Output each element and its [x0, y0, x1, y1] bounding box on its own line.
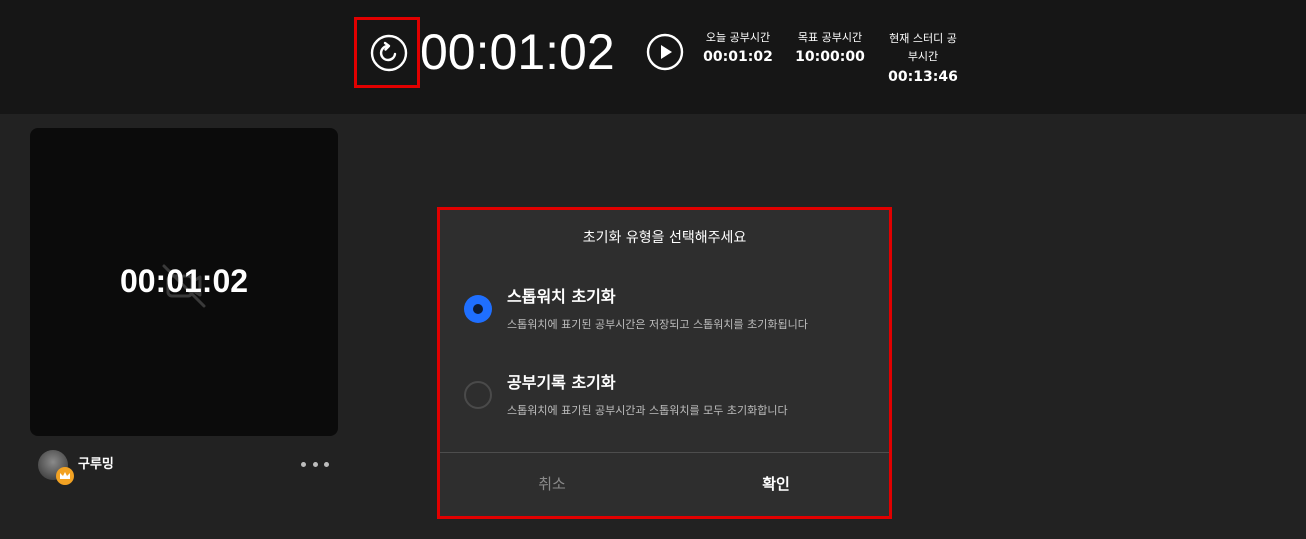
play-button[interactable]	[646, 33, 684, 71]
current-study-time: 현재 스터디 공 부시간 00:13:46	[882, 30, 964, 88]
more-dot-icon	[301, 461, 306, 467]
username: 구루밍	[78, 457, 114, 472]
option-description: 스톱워치에 표기된 공부시간은 저장되고 스톱워치를 초기화됩니다	[507, 318, 808, 331]
tile-timer: 00:01:02	[119, 263, 249, 299]
play-icon	[646, 33, 684, 71]
stat-value: 00:01:02	[703, 49, 773, 65]
stat-label: 오늘 공부시간	[705, 31, 771, 44]
stat-label: 현재 스터디 공 부시간	[882, 30, 964, 66]
stat-value: 10:00:00	[795, 49, 865, 65]
option-title: 스톱워치 초기화	[507, 287, 616, 306]
confirm-button[interactable]: 확인	[664, 453, 888, 516]
stat-label-line: 부시간	[907, 50, 939, 63]
more-dot-icon	[312, 461, 318, 467]
more-dot-icon	[324, 461, 329, 467]
goal-study-time: 목표 공부시간 10:00:00	[790, 30, 870, 68]
more-options-button[interactable]	[301, 454, 329, 474]
reset-type-dialog: 초기화 유형을 선택해주세요 스톱워치 초기화 스톱워치에 표기된 공부시간은 …	[440, 210, 889, 516]
option-record-reset[interactable]: 공부기록 초기화 스톱워치에 표기된 공부시간과 스톱워치를 모두 초기화합니다	[440, 368, 889, 438]
reset-button[interactable]	[369, 33, 409, 73]
radio-selected[interactable]	[464, 295, 492, 323]
cancel-button[interactable]: 취소	[440, 453, 664, 516]
dialog-title: 초기화 유형을 선택해주세요	[582, 230, 747, 246]
user-video-tile: 00:01:02	[30, 128, 338, 436]
stat-label-line: 현재 스터디 공	[889, 32, 957, 45]
today-study-time: 오늘 공부시간 00:01:02	[700, 30, 776, 68]
option-description: 스톱워치에 표기된 공부시간과 스톱워치를 모두 초기화합니다	[507, 404, 788, 417]
radio-unselected[interactable]	[464, 381, 492, 409]
stopwatch-display: 00:01:02	[420, 24, 615, 80]
reset-icon	[370, 34, 408, 72]
stat-label: 목표 공부시간	[797, 31, 863, 44]
stat-value: 00:13:46	[888, 69, 958, 85]
option-stopwatch-reset[interactable]: 스톱워치 초기화 스톱워치에 표기된 공부시간은 저장되고 스톱워치를 초기화됩…	[440, 282, 889, 352]
option-title: 공부기록 초기화	[507, 373, 616, 392]
top-bar: 00:01:02 오늘 공부시간 00:01:02 목표 공부시간 10:00:…	[0, 0, 1306, 114]
tile-user-row: 구루밍	[38, 450, 338, 485]
crown-icon	[60, 472, 70, 479]
crown-badge	[56, 467, 74, 485]
